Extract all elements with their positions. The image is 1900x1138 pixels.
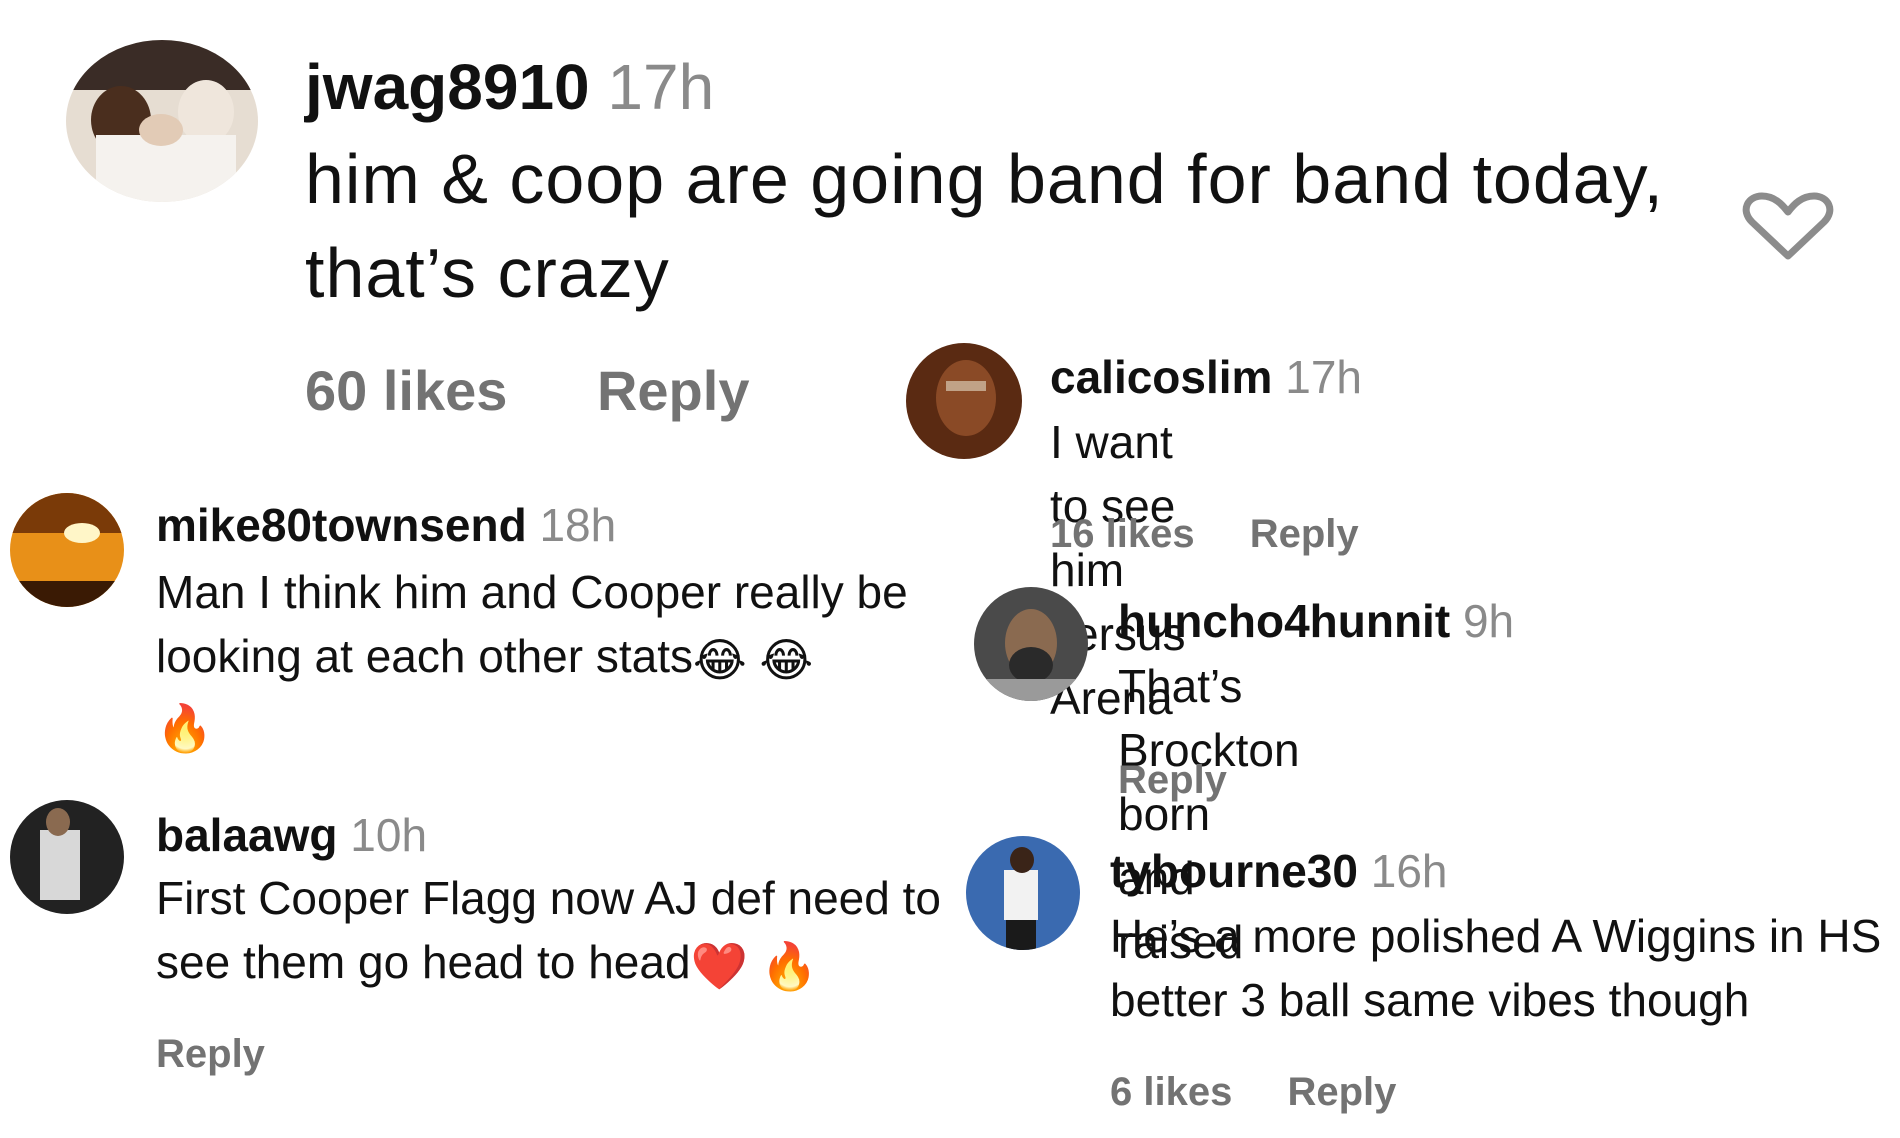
comment-text: Man I think him and Cooper really be loo… — [156, 560, 956, 760]
comment-actions: Reply — [156, 1032, 309, 1077]
comment-actions: Reply — [1118, 758, 1271, 803]
comment-text: him & coop are going band for band today… — [305, 140, 1664, 312]
comment-header: tybourne30 16h — [1110, 844, 1447, 898]
heart-outline-icon[interactable] — [1740, 190, 1836, 267]
timestamp: 17h — [1285, 351, 1362, 403]
timestamp: 9h — [1462, 595, 1515, 647]
comment-header: calicoslim 17h — [1050, 350, 1362, 404]
comment-actions: 60 likes Reply — [305, 358, 823, 423]
avatar[interactable] — [974, 587, 1088, 701]
username[interactable]: tybourne30 — [1110, 845, 1358, 897]
avatar[interactable] — [906, 343, 1022, 459]
avatar[interactable] — [66, 40, 258, 202]
comment-header: balaawg 10h — [156, 808, 427, 862]
comment-actions: 6 likes Reply — [1110, 1070, 1440, 1115]
reply-button[interactable]: Reply — [1287, 1070, 1396, 1114]
likes-count[interactable]: 6 likes — [1110, 1070, 1232, 1114]
reply-button[interactable]: Reply — [156, 1032, 265, 1076]
timestamp: 18h — [539, 499, 617, 551]
avatar[interactable] — [10, 800, 124, 914]
comment-header: huncho4hunnit 9h — [1118, 594, 1514, 648]
username[interactable]: balaawg — [156, 809, 338, 861]
username[interactable]: jwag8910 — [305, 51, 590, 123]
comment-text: First Cooper Flagg now AJ def need to se… — [156, 866, 956, 998]
timestamp: 10h — [350, 809, 428, 861]
avatar[interactable] — [966, 836, 1080, 950]
reply-button[interactable]: Reply — [597, 359, 750, 422]
comment-header: mike80townsend 18h — [156, 498, 616, 552]
joy-emoji-icon: 😂 — [759, 633, 814, 686]
red-heart-emoji-icon: ❤️ — [690, 939, 748, 992]
comment-actions: 16 likes Reply — [1050, 512, 1403, 557]
reply-button[interactable]: Reply — [1250, 512, 1359, 556]
likes-count[interactable]: 60 likes — [305, 359, 507, 422]
username[interactable]: huncho4hunnit — [1118, 595, 1450, 647]
comment-text-content: First Cooper Flagg now AJ def need to se… — [156, 872, 941, 988]
timestamp: 17h — [607, 51, 715, 123]
reply-button[interactable]: Reply — [1118, 758, 1227, 802]
username[interactable]: mike80townsend — [156, 499, 527, 551]
joy-emoji-icon: 😂 — [693, 633, 747, 686]
avatar[interactable] — [10, 493, 124, 607]
fire-emoji-icon: 🔥 — [760, 939, 818, 992]
comment-header: jwag8910 17h — [305, 50, 714, 124]
timestamp: 16h — [1370, 845, 1448, 897]
fire-emoji-icon: 🔥 — [156, 701, 214, 754]
comment-text: He’s a more polished A Wiggins in HS bet… — [1110, 910, 1882, 1026]
likes-count[interactable]: 16 likes — [1050, 512, 1195, 556]
username[interactable]: calicoslim — [1050, 351, 1272, 403]
